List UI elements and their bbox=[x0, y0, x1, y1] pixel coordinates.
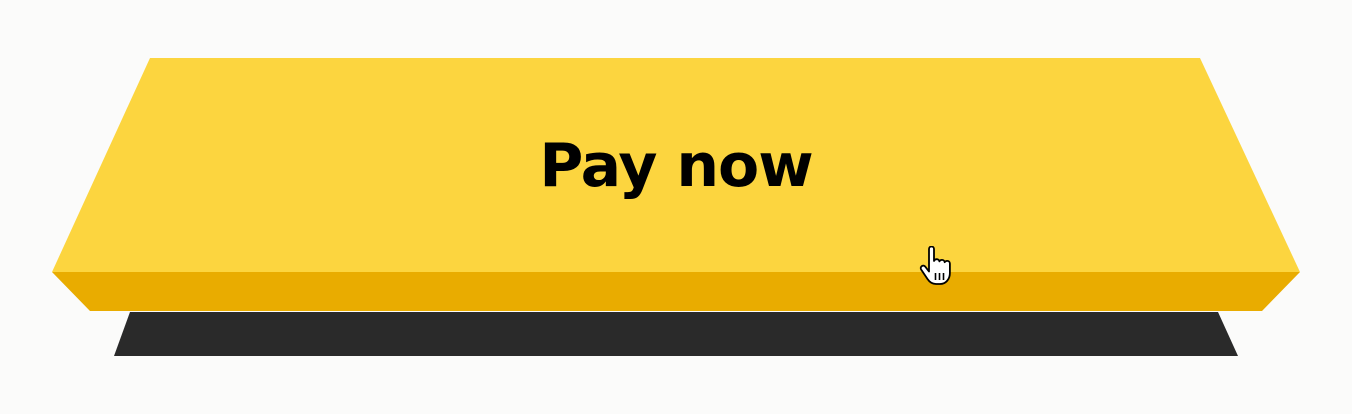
button-face bbox=[52, 58, 1300, 272]
pay-now-stage: Pay now bbox=[0, 0, 1352, 414]
button-edge bbox=[52, 272, 1300, 311]
pay-now-button[interactable] bbox=[0, 0, 1352, 414]
